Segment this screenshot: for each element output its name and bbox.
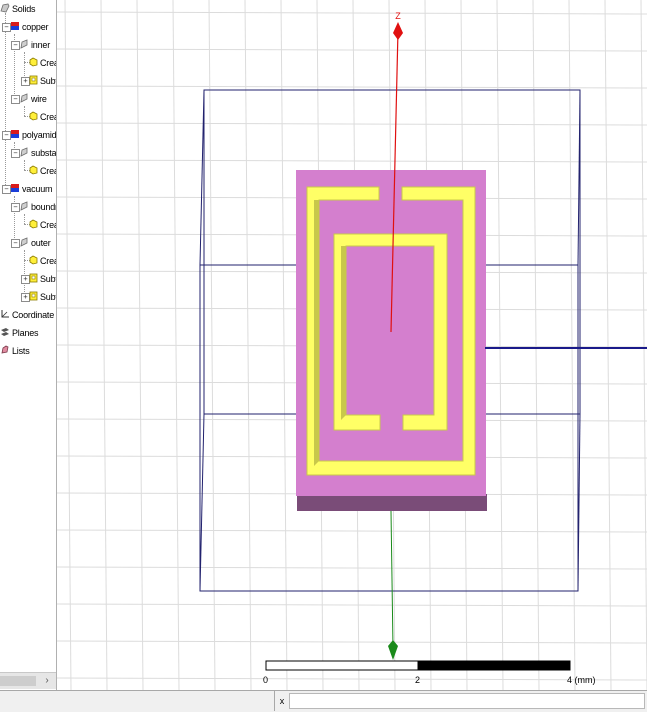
substrate-side-face <box>297 494 487 511</box>
bottom-status-bar: x <box>0 690 647 712</box>
tree-item-outer[interactable]: outer <box>19 234 51 252</box>
create-command-icon <box>29 55 38 73</box>
grid-line <box>208 0 216 690</box>
material-vacuum-icon <box>10 181 20 199</box>
tree-item-copper[interactable]: copper <box>10 18 49 37</box>
grid-line <box>568 0 576 690</box>
scroll-right-arrow-icon[interactable]: › <box>40 673 54 689</box>
grid-line <box>57 566 647 570</box>
grid-line <box>57 603 647 607</box>
tree-item-polyamide[interactable]: polyamide <box>10 126 56 145</box>
tree-connector <box>5 13 6 191</box>
grid-line <box>496 0 504 690</box>
tree-item-coordinate-systems[interactable]: Coordinate Sys <box>0 306 56 325</box>
grid-line <box>57 122 647 126</box>
grid-line <box>57 159 647 163</box>
subtract-command-icon <box>29 271 38 289</box>
solid-object-icon <box>19 235 29 253</box>
grid-line <box>57 529 647 533</box>
grid-line <box>244 0 252 690</box>
tree-item-lists[interactable]: Lists <box>0 342 30 360</box>
tree-connector <box>24 214 25 224</box>
grid-line <box>57 640 647 644</box>
grid-line <box>604 0 612 690</box>
tree-item-subtract-outer-2[interactable]: Subt <box>29 288 56 307</box>
3d-modeler-viewport[interactable]: Z 0 2 4 (mm) <box>57 0 647 690</box>
tree-item-create-boundr[interactable]: Crea <box>29 216 56 235</box>
material-copper-icon <box>10 19 20 37</box>
tree-item-vacuum[interactable]: vacuum <box>10 180 53 199</box>
solids-folder-icon <box>0 1 10 19</box>
lists-icon <box>0 343 10 361</box>
substrate-top-face <box>296 170 486 496</box>
tree-item-solids[interactable]: Solids <box>0 0 36 19</box>
scale-label-0: 0 <box>263 675 269 685</box>
scrollbar-thumb[interactable] <box>0 676 36 686</box>
y-axis <box>388 510 398 660</box>
grid-line <box>532 0 540 690</box>
tree-item-create-wire[interactable]: Crea <box>29 108 56 127</box>
tree-item-subtract-inner[interactable]: Subt <box>29 72 56 91</box>
tree-item-create-outer[interactable]: Crea <box>29 252 56 271</box>
tree-item-planes[interactable]: Planes <box>0 324 39 343</box>
create-command-icon <box>29 217 38 235</box>
model-tree[interactable]: Solids − copper − inner Crea + Subt − wi… <box>0 0 57 690</box>
tree-connector <box>24 160 25 170</box>
tree-item-inner[interactable]: inner <box>19 36 50 54</box>
grid-line <box>57 48 647 52</box>
planes-icon <box>0 325 10 343</box>
create-command-icon <box>29 253 38 271</box>
grid-line <box>57 677 647 681</box>
tree-connector <box>24 250 25 298</box>
scale-bar <box>265 660 571 671</box>
tree-item-subtract-outer-1[interactable]: Subt <box>29 270 56 289</box>
tree-item-create-substart[interactable]: Crea <box>29 162 56 181</box>
coordinate-system-icon <box>0 307 10 325</box>
subtract-command-icon <box>29 289 38 307</box>
tree-horizontal-scrollbar[interactable]: › <box>0 672 56 689</box>
tree-connector <box>24 106 25 116</box>
scale-label-4mm: 4 (mm) <box>567 675 596 685</box>
create-command-icon <box>29 163 38 181</box>
scale-label-2: 2 <box>415 675 421 685</box>
z-axis-label: Z <box>395 11 401 21</box>
tree-item-create-inner[interactable]: Crea <box>29 54 56 73</box>
viewport-canvas[interactable]: Z <box>57 0 647 690</box>
bottom-left-pane <box>0 691 275 711</box>
grid-line <box>57 11 647 15</box>
grid-line <box>280 0 288 690</box>
create-command-icon <box>29 109 38 127</box>
substrate[interactable] <box>296 170 487 511</box>
close-icon[interactable]: x <box>276 694 288 708</box>
grid-line <box>57 85 647 89</box>
message-field[interactable] <box>289 693 645 709</box>
grid-line <box>640 0 647 690</box>
material-polyamide-icon <box>10 127 20 145</box>
solid-object-icon <box>19 37 29 55</box>
subtract-command-icon <box>29 73 38 91</box>
